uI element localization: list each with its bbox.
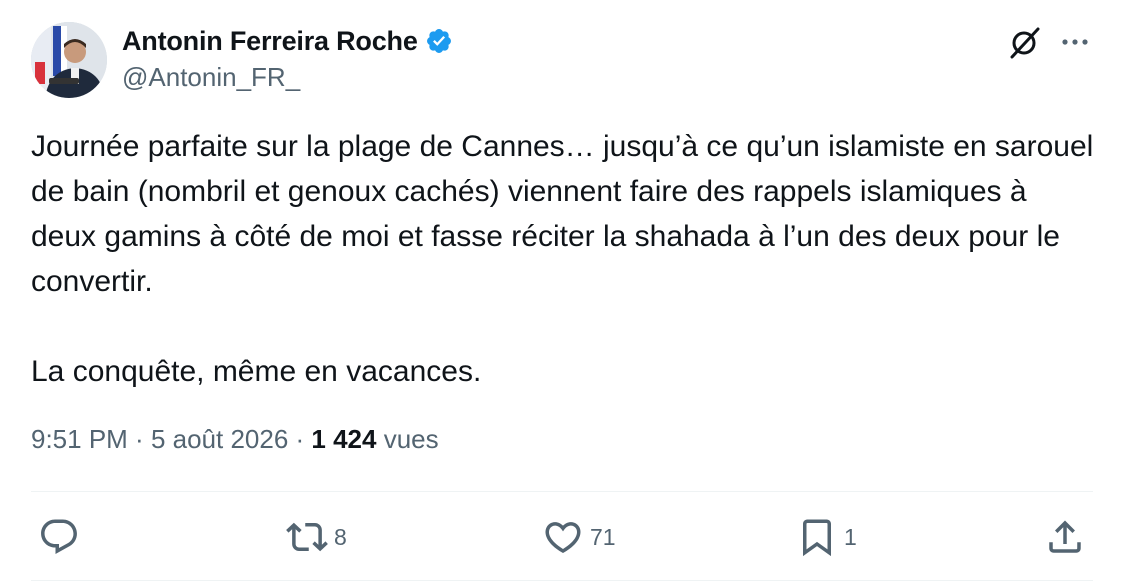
more-dots-icon: [1062, 39, 1088, 45]
reply-icon: [41, 519, 77, 554]
more-options-button[interactable]: [1055, 24, 1095, 60]
share-icon: [1049, 520, 1081, 553]
bookmark-icon: [803, 519, 831, 557]
grok-button[interactable]: [1004, 22, 1046, 62]
tweet-text: Journée parfaite sur la plage de Cannes……: [31, 124, 1096, 394]
tweet-meta: 9:51 PM · 5 août 2026 · 1 424 vues: [31, 424, 439, 455]
meta-separator: ·: [127, 424, 151, 454]
views-label: vues: [383, 424, 439, 454]
profile-photo: [31, 22, 107, 98]
meta-separator: ·: [288, 424, 312, 454]
tweet-time[interactable]: 9:51 PM: [31, 424, 128, 454]
reply-button[interactable]: [38, 512, 86, 562]
verified-badge-icon[interactable]: [425, 27, 453, 55]
author-handle[interactable]: @Antonin_FR_: [122, 62, 300, 93]
divider: [31, 580, 1093, 581]
share-button[interactable]: [1044, 512, 1086, 562]
retweet-icon: [286, 522, 328, 552]
tweet-paragraph: La conquête, même en vacances.: [31, 355, 482, 388]
retweet-button[interactable]: 8: [286, 512, 347, 562]
tweet-date[interactable]: 5 août 2026: [151, 424, 288, 454]
grok-icon: [1010, 27, 1040, 59]
retweet-count: 8: [334, 523, 347, 550]
tweet-paragraph: Journée parfaite sur la plage de Cannes……: [31, 130, 1094, 298]
author-display-name[interactable]: Antonin Ferreira Roche: [122, 26, 418, 57]
divider: [31, 491, 1093, 492]
like-button[interactable]: 71: [542, 512, 616, 562]
avatar[interactable]: [31, 22, 107, 98]
views-count[interactable]: 1 424: [311, 424, 376, 454]
heart-icon: [545, 522, 581, 554]
bookmark-button[interactable]: 1: [796, 512, 857, 562]
bookmark-count: 1: [844, 523, 857, 550]
like-count: 71: [590, 523, 616, 550]
